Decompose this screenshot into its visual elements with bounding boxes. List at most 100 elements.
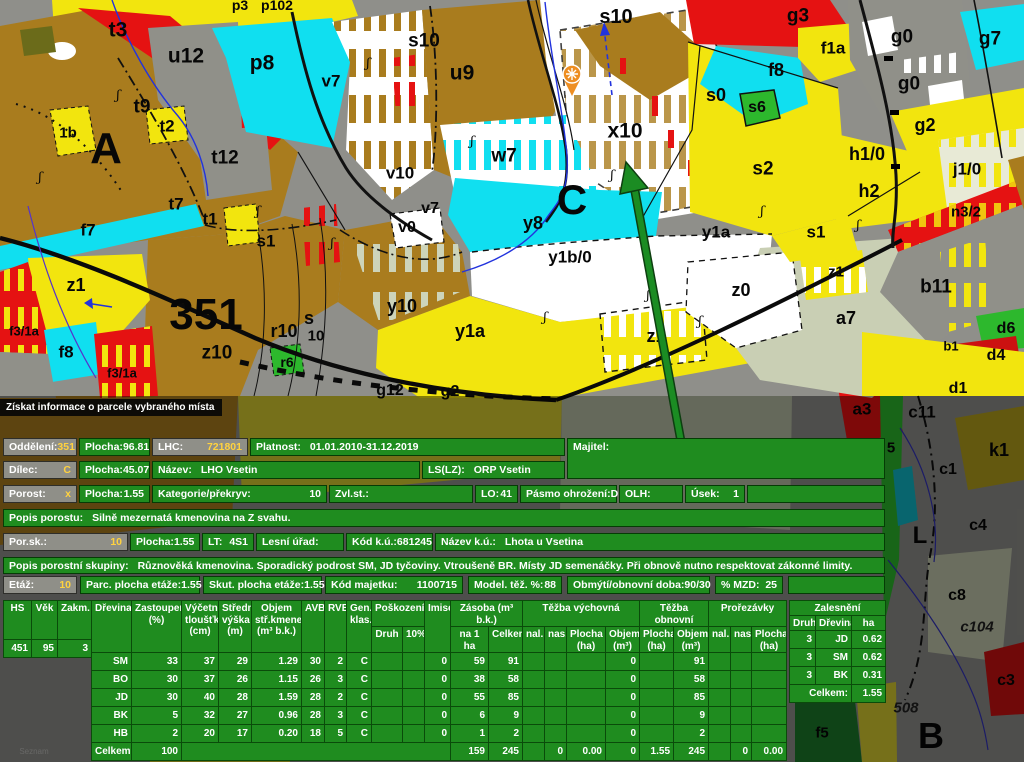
table-cell [752,725,787,743]
table-cell: 3 [325,707,347,725]
species-table: Dřevina Zastoupení (%) Výčetní tloušťka … [91,600,787,761]
table-cell [545,671,567,689]
info-value: 96.81 [123,441,149,453]
col-header-objem: Objem stř.kmene (m³ b.k.) [252,601,302,653]
table-cell: 1 [451,725,489,743]
col-header-zastoupeni: Zastoupení (%) [132,601,182,653]
species-row: BO3037261.15263C03858058 [92,671,787,689]
table-cell [640,707,674,725]
info-value: 1100715 [417,579,457,591]
table-cell [640,671,674,689]
table-cell: 0.31 [852,666,886,684]
table-cell: 0.20 [252,725,302,743]
table-cell: 28 [302,707,325,725]
app-window: t3u12p8v7s10u9s10x10w7Cy8y1b/0v0v10v7t9t… [0,0,1024,762]
col-header-zal-druh: Druh [790,616,816,631]
info-label: Por.sk.: [9,536,47,548]
info-value: 90/30 [684,579,710,591]
info-box: Plocha:1.55 [79,485,150,503]
table-cell [545,689,567,707]
table-cell: 38 [451,671,489,689]
info-label: Plocha: [85,464,123,476]
info-label: Majitel: [573,441,609,453]
table-cell [709,671,731,689]
info-label: Oddělení: [9,441,57,453]
info-box: LHC:721801 [152,438,248,456]
info-value: 1.55 [124,488,144,500]
table-cell [731,725,752,743]
info-value: LHO Vsetin [201,464,258,476]
table-cell [403,707,425,725]
table-cell [403,689,425,707]
info-value: 10 [110,536,122,548]
table-cell: 85 [489,689,523,707]
info-value: 10 [59,579,71,591]
info-value: 01.01.2010-31.12.2019 [310,441,419,453]
info-label: Plocha: [85,488,123,500]
info-label: Model. těž. %: [474,579,543,591]
info-value: x [65,488,71,500]
table-cell: 3 [790,630,816,648]
col-group-tezba-vychovna: Těžba výchovná [523,601,640,627]
col-header-10pct: 10% [403,627,425,653]
hs-row: 451953 [4,640,92,658]
info-box: Popis porostu:Silně mezernatá kmenovina … [3,509,885,527]
table-cell: 0 [425,653,451,671]
table-cell [372,707,403,725]
table-cell: 2 [489,725,523,743]
info-label: Kód k.ú.: [352,536,397,548]
table-cell: 245 [674,743,709,761]
table-cell: 29 [219,653,252,671]
table-cell: 1.55 [852,684,886,702]
info-label: Pásmo ohrožení: [526,488,611,500]
col-header-nal: nal. [709,627,731,653]
table-cell: 451 [4,640,32,658]
table-cell: C [347,689,372,707]
table-cell: 0 [606,671,640,689]
table-cell [709,725,731,743]
info-label: LS(LZ): [428,464,465,476]
table-cell: 3 [790,648,816,666]
table-cell: 95 [32,640,58,658]
info-box [788,576,885,594]
table-cell: 0 [606,743,640,761]
table-cell: SM [816,648,852,666]
info-box: Plocha:1.55 [130,533,200,551]
info-label: Úsek: [691,488,720,500]
hs-table: HS Věk Zakm. 451953 [3,600,92,658]
info-value: 351 [57,441,75,453]
table-cell [567,707,606,725]
info-value: 10 [309,488,321,500]
info-label: Dílec: [9,464,38,476]
table-cell: Celkem: [790,684,852,702]
col-header-plocha-ha: Plocha (ha) [752,627,787,653]
info-label: Kód majetku: [331,579,398,591]
info-label: Etáž: [9,579,34,591]
info-label: LT: [208,536,222,548]
table-cell: 18 [302,725,325,743]
table-cell [567,725,606,743]
table-cell: 0.62 [852,630,886,648]
col-header-objem-m3: Objem (m³) [606,627,640,653]
info-box: Por.sk.: 10 [3,533,128,551]
table-cell: 30 [132,689,182,707]
table-cell: 91 [674,653,709,671]
table-cell: 27 [219,707,252,725]
table-cell: 32 [182,707,219,725]
table-cell [372,653,403,671]
info-value: C [63,464,71,476]
info-box: Úsek:1 [685,485,745,503]
info-value: Silně mezernatá kmenovina na Z svahu. [92,512,290,524]
info-box: Popis porostní skupiny:Různověká kmenovi… [3,557,885,574]
species-row: JD3040281.59282C05585085 [92,689,787,707]
table-cell [752,689,787,707]
zalesneni-total-row: Celkem:1.55 [790,684,886,702]
table-cell: JD [816,630,852,648]
species-row: HB220170.20185C01202 [92,725,787,743]
info-value: 721801 [207,441,242,453]
info-value: D [611,488,619,500]
info-box: Pásmo ohrožení:D [520,485,617,503]
table-cell [567,653,606,671]
col-header-vek: Věk [32,601,58,640]
tool-tooltip: Získat informace o parcele vybraného mís… [0,399,222,416]
